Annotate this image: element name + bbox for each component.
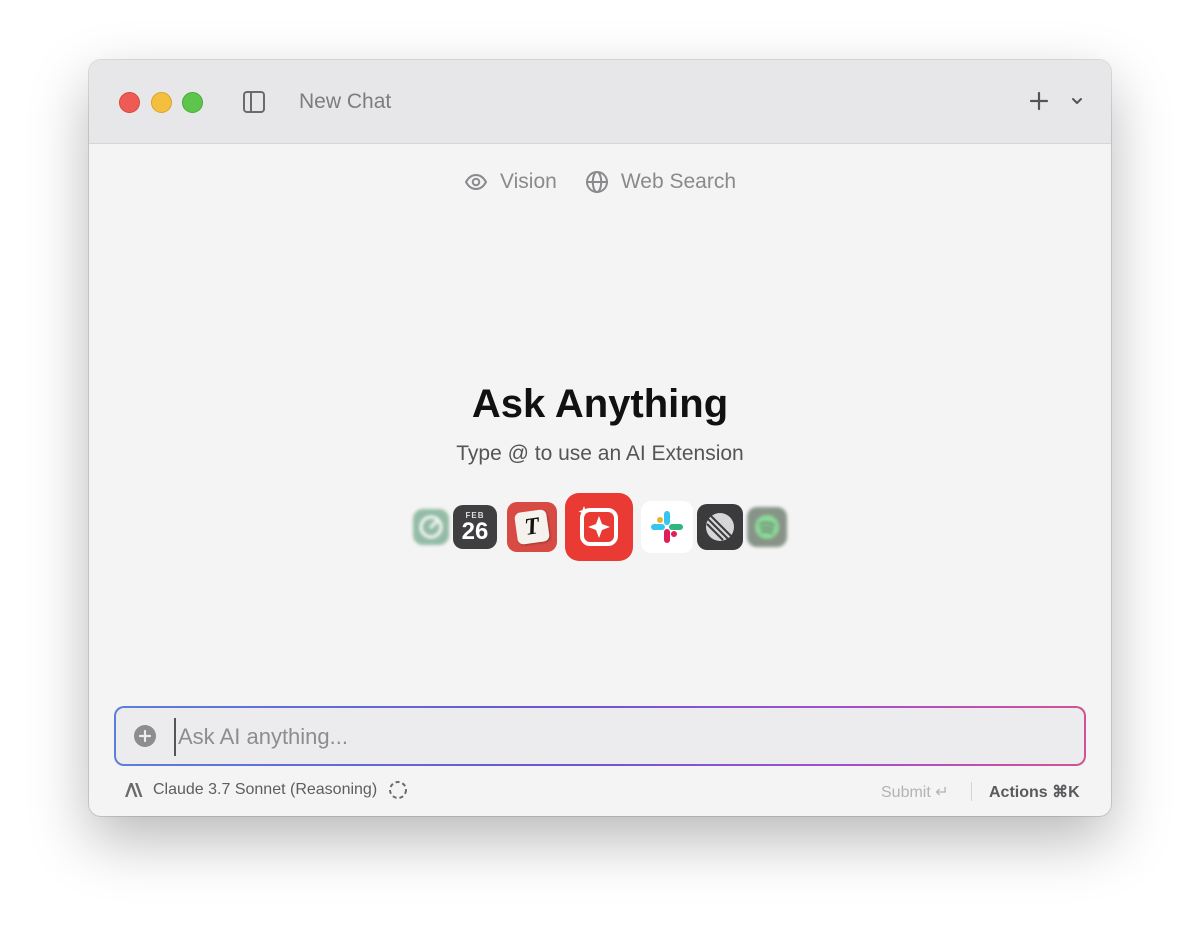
- calendar-app-icon[interactable]: FEB 26: [453, 505, 497, 549]
- title-bar: New Chat: [89, 60, 1111, 144]
- model-selector[interactable]: Claude 3.7 Sonnet (Reasoning): [124, 780, 408, 800]
- submit-button[interactable]: Submit ↵: [881, 782, 949, 802]
- web-search-label: Web Search: [620, 170, 736, 193]
- spotify-icon[interactable]: [747, 507, 787, 547]
- add-attachment-icon[interactable]: [134, 725, 156, 747]
- eye-icon: [464, 173, 488, 191]
- plus-icon[interactable]: [1028, 89, 1050, 113]
- typora-letter: T: [522, 512, 541, 541]
- window-title: New Chat: [299, 90, 392, 113]
- slack-icon[interactable]: [641, 501, 693, 553]
- prompt-composer: [114, 706, 1086, 766]
- prompt-input[interactable]: [174, 718, 1060, 756]
- anthropic-logo-icon: [125, 783, 143, 797]
- chat-window: New Chat Vision Web Search Ask Anything: [89, 60, 1111, 816]
- linear-icon[interactable]: [697, 504, 743, 550]
- raycast-ai-icon[interactable]: [565, 493, 633, 561]
- ai-extensions-row: FEB 26 T: [89, 492, 1111, 562]
- model-name: Claude 3.7 Sonnet (Reasoning): [153, 781, 378, 798]
- footer-divider: [971, 782, 972, 801]
- main-subheading: Type @ to use an AI Extension: [456, 442, 744, 465]
- chevron-down-icon[interactable]: [1069, 92, 1085, 110]
- web-search-toggle[interactable]: Web Search: [585, 170, 736, 194]
- globe-icon: [585, 171, 608, 193]
- composer-footer: Claude 3.7 Sonnet (Reasoning) Submit ↵ A…: [89, 778, 1111, 804]
- vision-toggle[interactable]: Vision: [464, 170, 557, 194]
- actions-button[interactable]: Actions ⌘K: [989, 782, 1080, 802]
- clock-app-icon[interactable]: [413, 509, 449, 545]
- typora-app-icon[interactable]: T: [507, 502, 557, 552]
- main-heading: Ask Anything: [471, 382, 729, 426]
- loading-spinner-icon: [389, 781, 408, 799]
- close-button[interactable]: [119, 92, 140, 113]
- minimize-button[interactable]: [151, 92, 172, 113]
- zoom-button[interactable]: [182, 92, 203, 113]
- sidebar-toggle-icon[interactable]: [242, 90, 266, 114]
- prompt-composer-inner: [116, 708, 1084, 764]
- calendar-day: 26: [461, 518, 489, 545]
- capability-toggles: Vision Web Search: [89, 167, 1111, 197]
- vision-label: Vision: [500, 170, 557, 193]
